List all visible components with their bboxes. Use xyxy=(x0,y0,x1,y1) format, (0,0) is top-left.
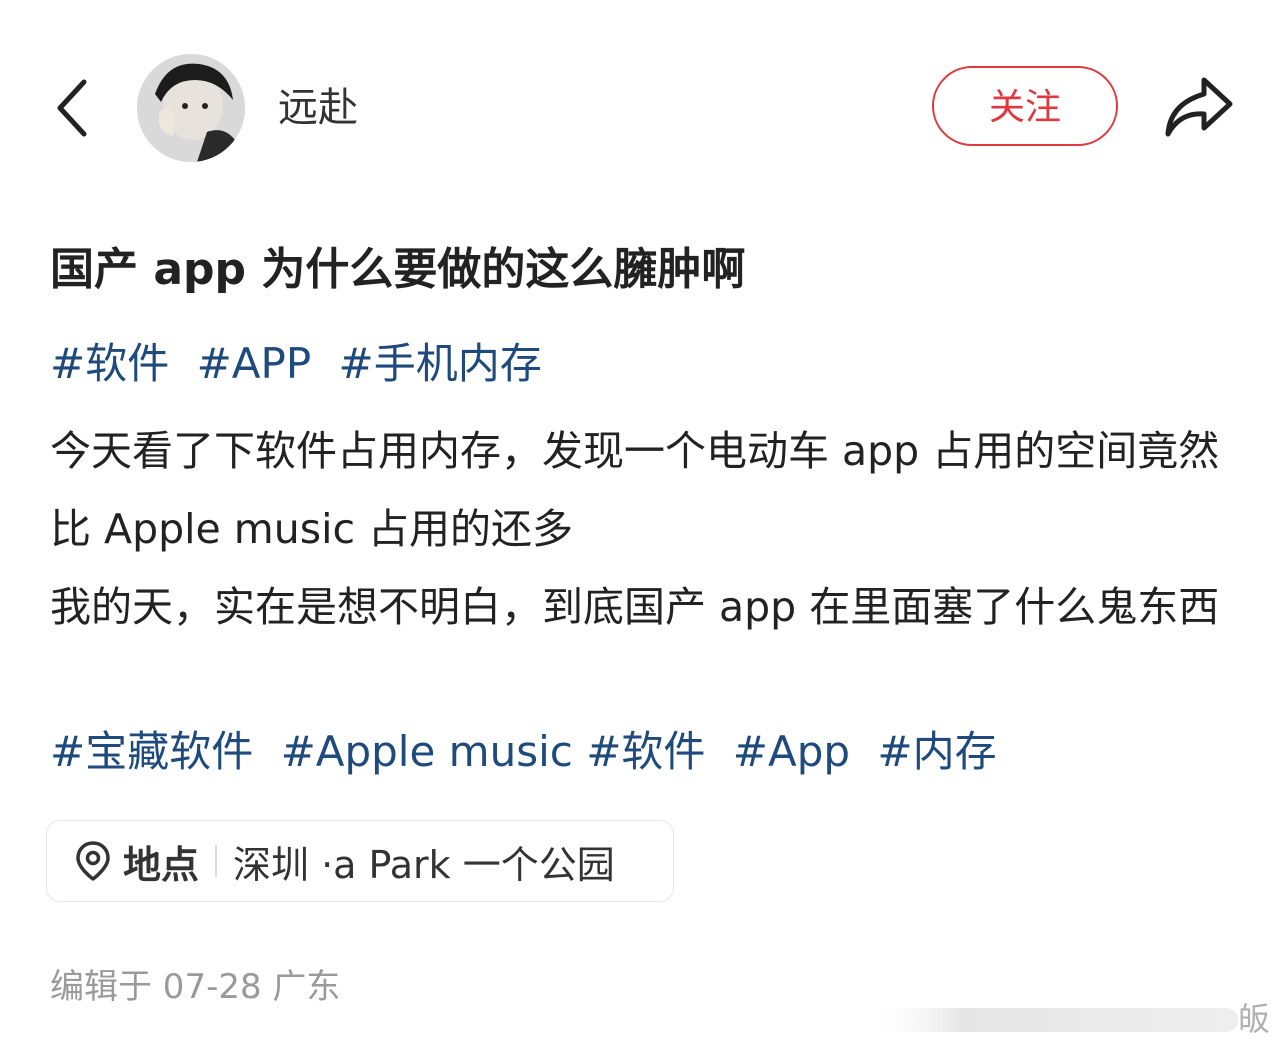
watermark-bar xyxy=(868,994,1284,1046)
watermark-text: 皈 xyxy=(1238,1000,1271,1038)
post-header: 远赴 关注 xyxy=(0,0,1284,215)
tag-link[interactable]: #Apple music xyxy=(281,727,573,776)
username[interactable]: 远赴 xyxy=(278,82,358,134)
share-icon xyxy=(1165,77,1233,137)
back-button[interactable] xyxy=(44,68,108,148)
watermark-shape xyxy=(868,1008,1238,1032)
location-label: 地点 xyxy=(123,842,200,887)
tag-link[interactable]: #App xyxy=(733,727,850,776)
tag-link[interactable]: #宝藏软件 xyxy=(50,727,253,776)
body-paragraph: 今天看了下软件占用内存，发现一个电动车 app 占用的空间竟然比 Apple m… xyxy=(50,427,1220,553)
avatar-image xyxy=(137,54,245,162)
tag-link[interactable]: #软件 xyxy=(50,339,169,388)
post-title: 国产 app 为什么要做的这么臃肿啊 xyxy=(50,244,746,295)
tag-link[interactable]: #内存 xyxy=(877,727,996,776)
tag-row-bottom: #宝藏软件 #Apple music #软件 #App #内存 xyxy=(50,724,1011,780)
location-chip[interactable]: 地点 深圳 ·a Park 一个公园 xyxy=(46,820,674,902)
avatar[interactable] xyxy=(137,54,245,162)
tag-link[interactable]: #APP xyxy=(197,339,312,388)
post-body: 今天看了下软件占用内存，发现一个电动车 app 占用的空间竟然比 Apple m… xyxy=(50,412,1240,646)
body-paragraph: 我的天，实在是想不明白，到底国产 app 在里面塞了什么鬼东西 xyxy=(50,583,1220,631)
tag-row-top: #软件 #APP #手机内存 xyxy=(50,336,556,392)
divider xyxy=(215,845,218,877)
chevron-left-icon xyxy=(57,79,87,137)
follow-button[interactable]: 关注 xyxy=(932,66,1118,146)
location-pin-icon xyxy=(73,840,113,882)
tag-link[interactable]: #软件 xyxy=(586,727,705,776)
location-value: 深圳 ·a Park 一个公园 xyxy=(233,842,615,887)
edit-timestamp: 编辑于 07-28 广东 xyxy=(50,967,341,1007)
share-button[interactable] xyxy=(1158,70,1238,146)
tag-link[interactable]: #手机内存 xyxy=(339,339,542,388)
